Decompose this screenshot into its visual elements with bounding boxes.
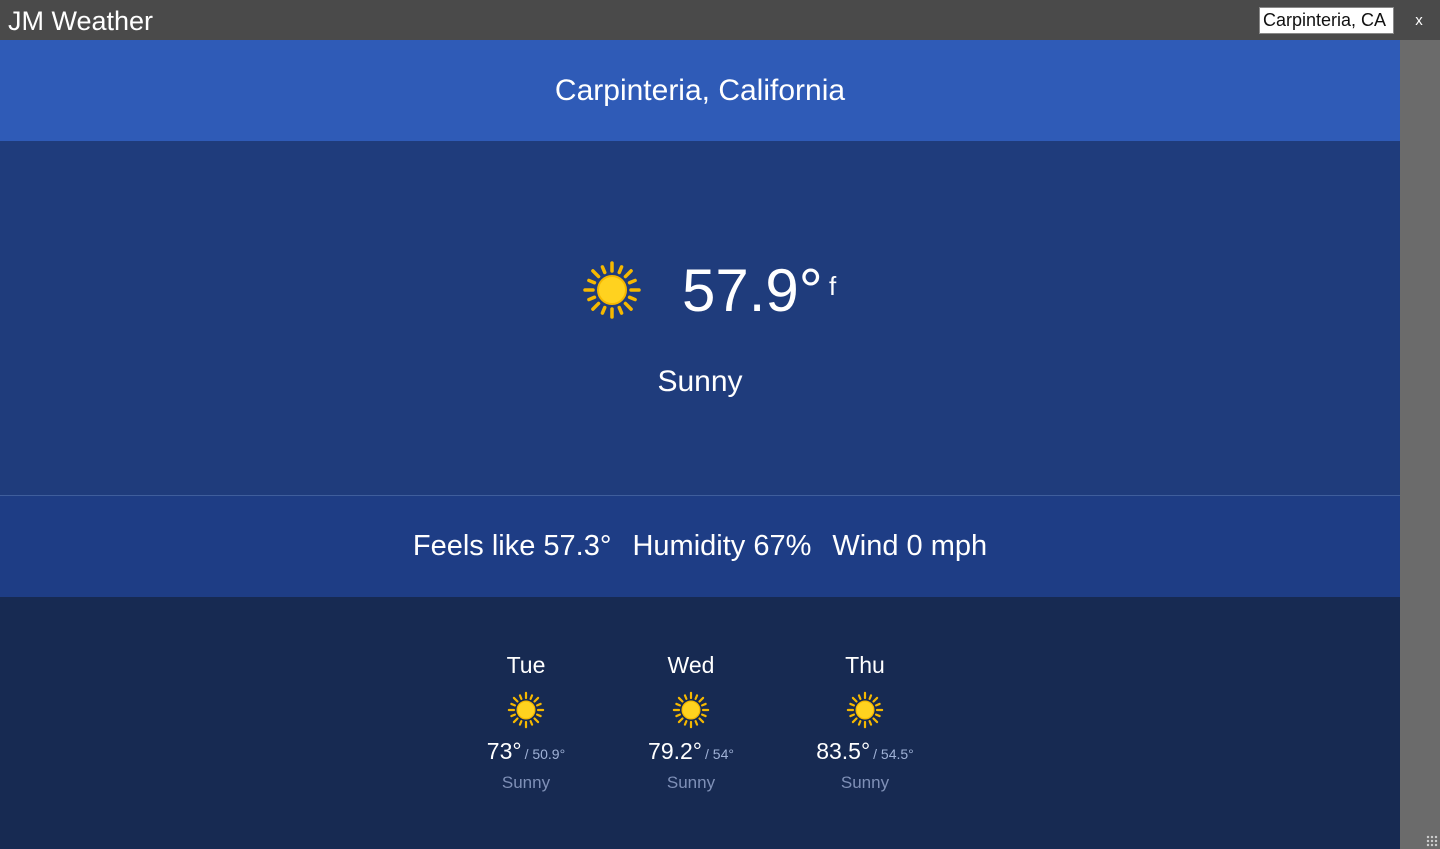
- forecast-day: Wed 79.2°/ 54° Sunny: [621, 647, 761, 795]
- current-conditions: 57.9° f Sunny: [0, 141, 1400, 496]
- sun-icon: [507, 691, 545, 729]
- feels-like: Feels like 57.3°: [412, 530, 612, 562]
- sun-icon: [583, 261, 641, 319]
- close-button[interactable]: x: [1404, 9, 1434, 33]
- forecast-high: 79.2°: [648, 738, 702, 764]
- location-name: Carpinteria, California: [554, 74, 846, 107]
- wind: Wind 0 mph: [832, 530, 988, 562]
- sun-icon: [672, 691, 710, 729]
- forecast-day-name: Wed: [667, 652, 715, 678]
- sun-icon: [846, 691, 884, 729]
- forecast-low: / 54°: [705, 746, 734, 762]
- forecast-temps: 83.5°/ 54.5°: [795, 735, 935, 771]
- main-content: Carpinteria, California 57.9° f Sunny Fe…: [0, 40, 1400, 849]
- forecast-temps: 79.2°/ 54°: [621, 735, 761, 771]
- temperature-unit: f: [829, 271, 837, 301]
- forecast-condition: Sunny: [501, 773, 551, 792]
- forecast-day: Tue 73°/ 50.9° Sunny: [456, 647, 596, 795]
- current-temperature: 57.9°: [682, 257, 823, 324]
- location-search-input[interactable]: [1259, 7, 1394, 34]
- forecast-day-name: Thu: [845, 652, 885, 678]
- humidity: Humidity 67%: [632, 530, 812, 562]
- app-title: JM Weather: [8, 6, 154, 36]
- resize-grip-icon[interactable]: [1426, 835, 1438, 847]
- forecast-high: 73°: [486, 738, 522, 764]
- forecast-low: / 54.5°: [873, 746, 914, 762]
- title-bar: JM Weather x: [0, 0, 1440, 40]
- forecast-temps: 73°/ 50.9°: [456, 735, 596, 771]
- forecast-condition: Sunny: [840, 773, 890, 792]
- forecast-panel: Tue 73°/ 50.9° Sunny Wed 79.2°/ 54° Sunn…: [0, 597, 1400, 849]
- current-condition: Sunny: [657, 365, 743, 398]
- forecast-day: Thu 83.5°/ 54.5° Sunny: [795, 647, 935, 795]
- forecast-low: / 50.9°: [524, 746, 566, 762]
- vertical-scrollbar[interactable]: [1400, 40, 1440, 849]
- weather-details: Feels like 57.3° Humidity 67% Wind 0 mph: [0, 496, 1400, 597]
- location-header: Carpinteria, California: [0, 40, 1400, 141]
- forecast-high: 83.5°: [816, 738, 871, 764]
- forecast-condition: Sunny: [666, 773, 716, 792]
- forecast-day-name: Tue: [506, 652, 546, 678]
